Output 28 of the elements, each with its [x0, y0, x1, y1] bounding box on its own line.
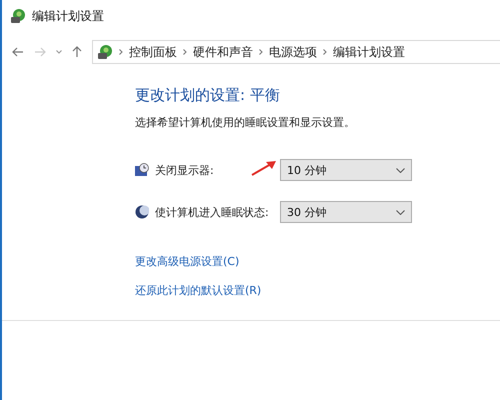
- page-description: 选择希望计算机使用的睡眠设置和显示设置。: [135, 115, 356, 130]
- settings-link[interactable]: 还原此计划的默认设置(R): [135, 283, 262, 298]
- control-panel-icon: [10, 8, 26, 24]
- breadcrumb-item[interactable]: 控制面板: [129, 44, 177, 60]
- breadcrumb-item[interactable]: 硬件和声音: [193, 44, 253, 60]
- page-heading: 更改计划的设置: 平衡: [135, 86, 281, 105]
- breadcrumb-item[interactable]: 编辑计划设置: [333, 44, 405, 60]
- back-icon[interactable]: [12, 47, 24, 57]
- window-title: 编辑计划设置: [32, 8, 104, 24]
- chevron-icon: [183, 49, 187, 55]
- caret-icon: [396, 168, 405, 172]
- chevron-icon: [259, 49, 263, 55]
- breadcrumb-item[interactable]: 电源选项: [269, 44, 317, 60]
- setting-label: 关闭显示器:: [155, 162, 214, 178]
- settings-link[interactable]: 更改高级电源设置(C): [135, 254, 240, 269]
- moon-icon: [135, 205, 149, 219]
- chevron-icon: [119, 49, 123, 55]
- caret-icon: [396, 210, 405, 214]
- chevron-icon: [323, 49, 327, 55]
- up-arrow-icon[interactable]: [72, 46, 82, 58]
- time-dropdown[interactable]: 10 分钟: [280, 159, 412, 181]
- setting-label: 使计算机进入睡眠状态:: [155, 204, 269, 220]
- address-bar[interactable]: 控制面板 硬件和声音 电源选项 编辑计划设置: [92, 40, 500, 64]
- dropdown-caret-icon[interactable]: [56, 50, 62, 54]
- monitor-clock-icon: [135, 163, 149, 177]
- annotation-arrow: [251, 160, 277, 176]
- control-panel-icon: [97, 44, 113, 60]
- time-dropdown[interactable]: 30 分钟: [280, 201, 412, 223]
